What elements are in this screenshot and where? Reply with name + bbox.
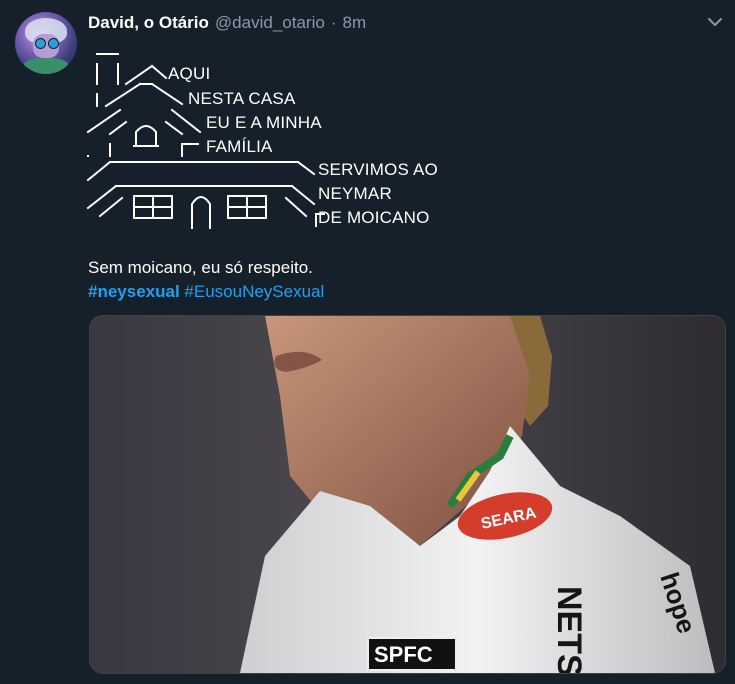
art-line-7: DE MOICANO [318,208,430,227]
avatar-glasses-left [35,38,46,49]
photo-illustration: SEARA SPFC NETS hope [240,316,715,673]
user-handle[interactable]: @david_otario [215,13,325,33]
art-line-3: EU E A MINHA [206,113,322,132]
chevron-down-icon[interactable] [706,12,724,32]
tweet-caption: Sem moicano, eu só respeito. [88,258,313,277]
display-name[interactable]: David, o Otário [88,13,209,33]
tweet-media-photo[interactable]: SEARA SPFC NETS hope [89,315,726,674]
avatar-shirt [23,58,69,74]
hashtag-link[interactable]: #EusouNeySexual [184,282,324,301]
art-line-6: NEYMAR [318,184,392,203]
shirt-logo: SPFC [374,642,433,667]
tweet-header: David, o Otário @david_otario · 8m [88,12,366,34]
ascii-house-art: AQUI NESTA CASA EU E A MINHA FAMÍLIA SER… [86,48,446,233]
art-line-1: AQUI [168,64,211,83]
art-line-2: NESTA CASA [188,89,296,108]
art-line-5: SERVIMOS AO [318,160,438,179]
header-separator: · [330,13,337,32]
art-line-4: FAMÍLIA [206,137,273,156]
sleeve-text: NETS [550,586,588,673]
tweet[interactable]: David, o Otário @david_otario · 8m AQUI … [0,0,735,684]
avatar-glasses-right [48,38,59,49]
tweet-timestamp[interactable]: 8m [342,13,366,33]
avatar[interactable] [15,12,77,74]
hashtag-link[interactable]: #neysexual [88,282,180,301]
hashtag-row: #neysexual #EusouNeySexual [88,282,324,302]
